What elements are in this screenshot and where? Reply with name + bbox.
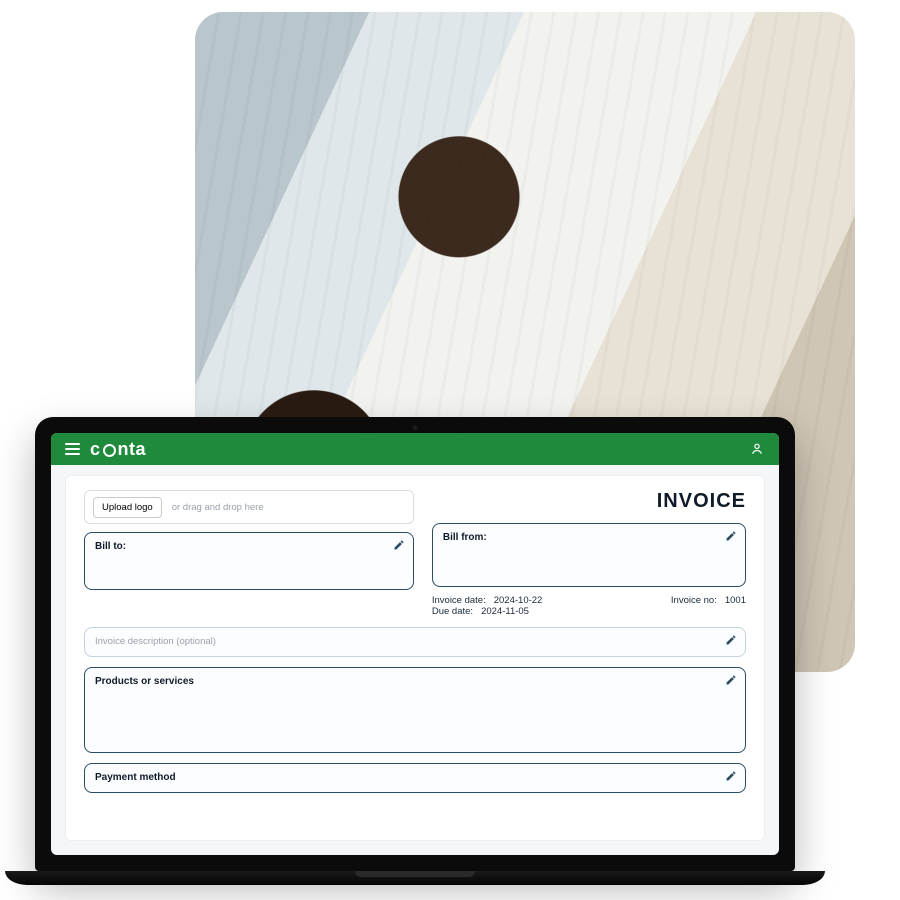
description-placeholder: Invoice description (optional) — [95, 636, 216, 647]
app-screen: c nta — [51, 433, 779, 855]
due-date-value: 2024-11-05 — [481, 606, 529, 617]
laptop-base — [5, 871, 825, 885]
invoice-page: Upload logo or drag and drop here Bill t… — [65, 475, 765, 841]
brand-name-left: c — [90, 439, 101, 460]
invoice-meta: Invoice date: 2024-10-22 Due date: 2024-… — [432, 595, 746, 617]
upload-hint: or drag and drop here — [172, 502, 264, 513]
hamburger-icon[interactable] — [65, 443, 80, 455]
upload-logo-button[interactable]: Upload logo — [93, 497, 162, 518]
products-label: Products or services — [95, 676, 194, 687]
brand-ring-icon — [103, 444, 116, 457]
brand-logo[interactable]: c nta — [90, 439, 146, 460]
products-panel[interactable]: Products or services — [84, 667, 746, 753]
laptop-frame: c nta — [35, 417, 795, 885]
bill-from-panel[interactable]: Bill from: — [432, 523, 746, 587]
pencil-icon[interactable] — [725, 674, 737, 686]
bill-to-panel[interactable]: Bill to: — [84, 532, 414, 590]
invoice-description-input[interactable]: Invoice description (optional) — [84, 627, 746, 657]
brand-name-right: nta — [118, 439, 147, 460]
pencil-icon[interactable] — [725, 530, 737, 542]
bill-from-label: Bill from: — [443, 532, 487, 543]
pencil-icon[interactable] — [725, 770, 737, 782]
app-topbar: c nta — [51, 433, 779, 465]
invoice-no-value: 1001 — [725, 595, 746, 617]
invoice-no-label: Invoice no: — [671, 595, 717, 617]
logo-upload-dropzone[interactable]: Upload logo or drag and drop here — [84, 490, 414, 524]
invoice-date-value: 2024-10-22 — [494, 595, 543, 606]
due-date-label: Due date: — [432, 606, 473, 617]
laptop-notch — [360, 417, 470, 433]
page-title: INVOICE — [432, 490, 746, 513]
pencil-icon[interactable] — [725, 634, 737, 646]
user-icon[interactable] — [749, 441, 765, 457]
pencil-icon[interactable] — [393, 539, 405, 551]
payment-label: Payment method — [95, 772, 176, 783]
bill-to-label: Bill to: — [95, 541, 126, 552]
payment-panel[interactable]: Payment method — [84, 763, 746, 793]
invoice-date-label: Invoice date: — [432, 595, 486, 606]
